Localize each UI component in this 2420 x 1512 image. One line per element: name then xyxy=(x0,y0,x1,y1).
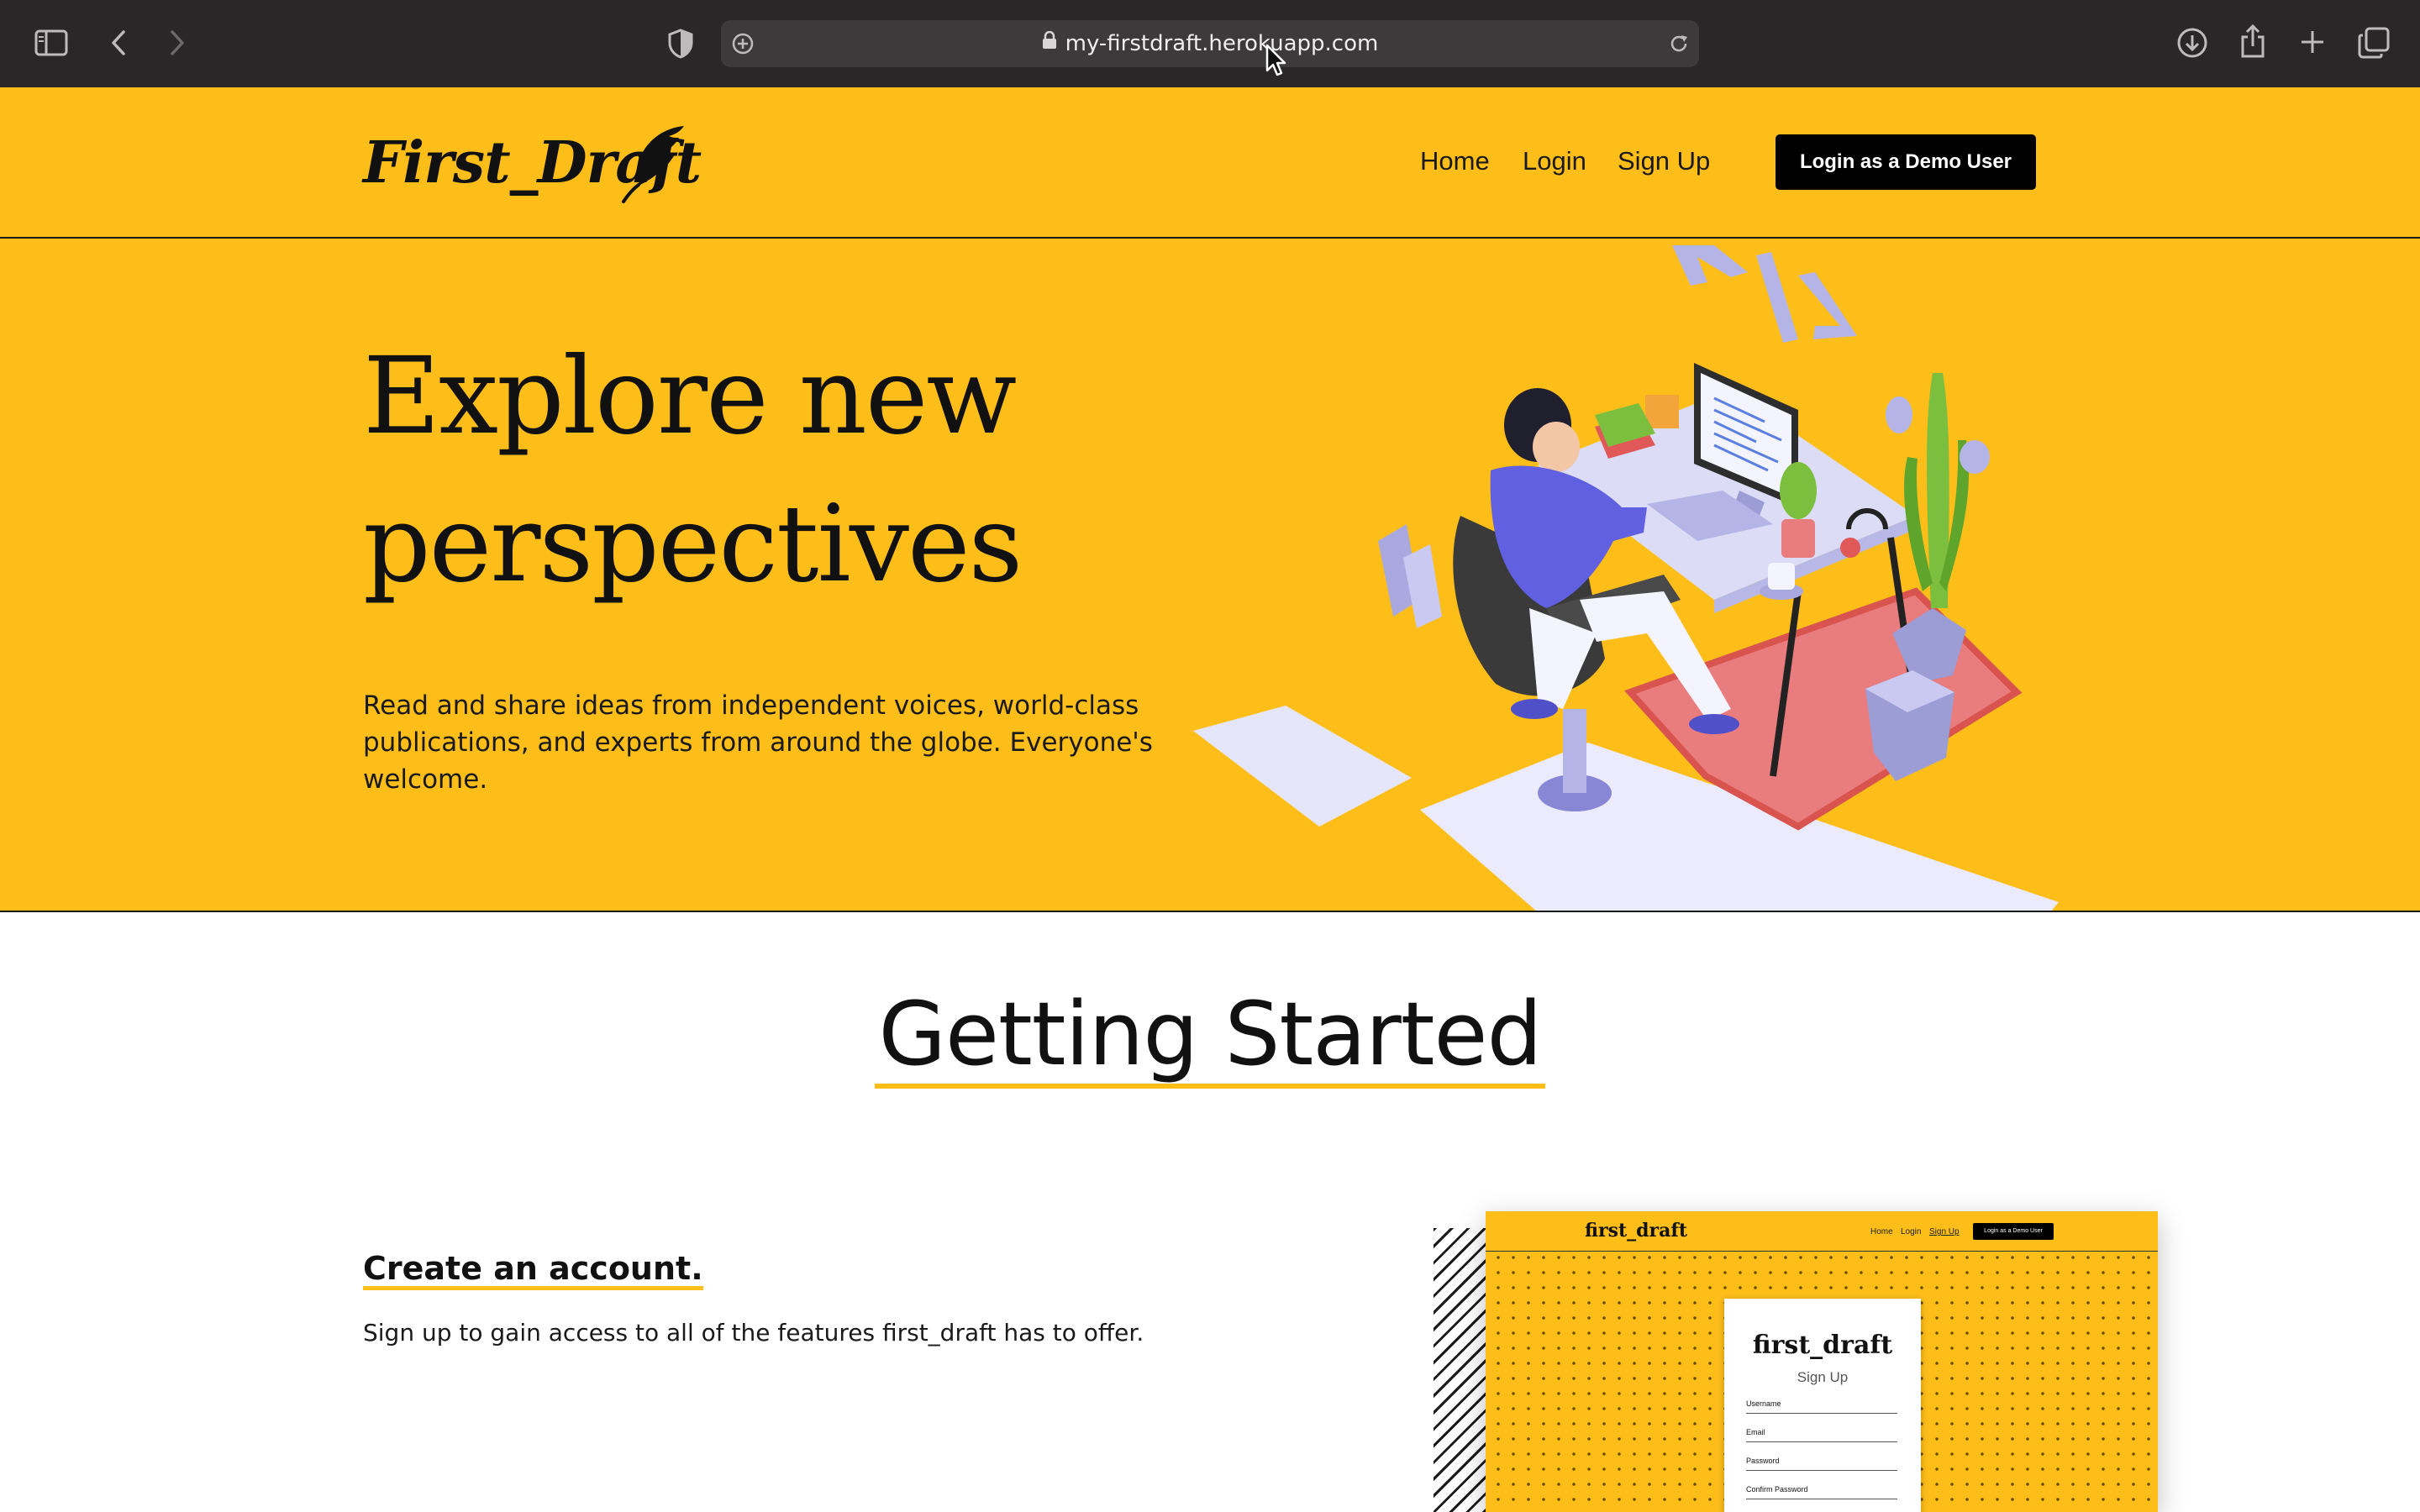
nav-login[interactable]: Login xyxy=(1523,146,1586,176)
step-title-text: Create an account. xyxy=(363,1250,703,1290)
preview-hatch-decoration xyxy=(1434,1228,1487,1512)
preview-field-username: Username xyxy=(1746,1399,1897,1414)
url-display[interactable]: my-firstdraft.herokuapp.com xyxy=(721,20,1699,67)
step-title: Create an account. xyxy=(363,1250,703,1290)
preview-demo-button: Login as a Demo User xyxy=(1973,1223,2054,1240)
hero-section: Explore new perspectives Read and share … xyxy=(0,239,2420,912)
preview-card-title: first_draft xyxy=(1752,1331,1893,1360)
signup-preview-image: first_draft Home Login Sign Up Login as … xyxy=(1486,1211,2158,1512)
new-tab-icon[interactable] xyxy=(2297,27,2328,57)
preview-card-subtitle: Sign Up xyxy=(1797,1369,1849,1385)
demo-login-button[interactable]: Login as a Demo User xyxy=(1776,134,2036,190)
hero-subtitle: Read and share ideas from independent vo… xyxy=(363,690,1153,795)
download-icon[interactable] xyxy=(2175,25,2210,60)
hero-title: Explore new perspectives xyxy=(363,323,1119,618)
hero-title-line-1: Explore new xyxy=(363,334,1017,458)
back-icon[interactable] xyxy=(104,27,133,59)
share-icon[interactable] xyxy=(2237,22,2269,60)
address-bar[interactable]: my-firstdraft.herokuapp.com xyxy=(721,20,1699,67)
browser-toolbar: my-firstdraft.herokuapp.com xyxy=(0,0,2420,87)
tab-overview-icon[interactable] xyxy=(2356,25,2391,60)
lock-icon xyxy=(1042,19,1057,66)
preview-nav-sign-up: Sign Up xyxy=(1929,1227,1960,1236)
step-description: Sign up to gain access to all of the fea… xyxy=(363,1319,1144,1347)
preview-logo: first_draft xyxy=(1585,1220,1687,1242)
preview-header: first_draft Home Login Sign Up Login as … xyxy=(1486,1211,2158,1252)
developer-illustration xyxy=(1193,245,2059,911)
mouse-cursor-icon xyxy=(1265,44,1287,81)
preview-signup-card: first_draft Sign Up Username Email Passw… xyxy=(1724,1299,1921,1512)
getting-started-title: Getting Started xyxy=(0,983,2420,1089)
reload-icon[interactable] xyxy=(1665,30,1692,57)
site-header: First_Draft Home Login Sign Up Login as … xyxy=(0,87,2420,239)
feather-icon xyxy=(620,123,687,207)
sidebar-icon[interactable] xyxy=(32,25,71,60)
nav-sign-up[interactable]: Sign Up xyxy=(1618,146,1710,176)
preview-field-email: Email xyxy=(1746,1428,1897,1442)
preview-field-password: Password xyxy=(1746,1457,1897,1471)
preview-field-confirm-password: Confirm Password xyxy=(1746,1485,1897,1499)
url-text: my-firstdraft.herokuapp.com xyxy=(1065,31,1379,56)
forward-icon[interactable] xyxy=(163,27,192,59)
nav-home[interactable]: Home xyxy=(1420,146,1490,176)
site-logo[interactable]: First_Draft xyxy=(363,123,702,203)
hero-title-line-2: perspectives xyxy=(363,482,1023,606)
shield-icon[interactable] xyxy=(666,27,696,60)
preview-nav-home: Home xyxy=(1870,1227,1893,1236)
getting-started-title-text: Getting Started xyxy=(875,984,1545,1089)
preview-nav-login: Login xyxy=(1901,1227,1922,1236)
